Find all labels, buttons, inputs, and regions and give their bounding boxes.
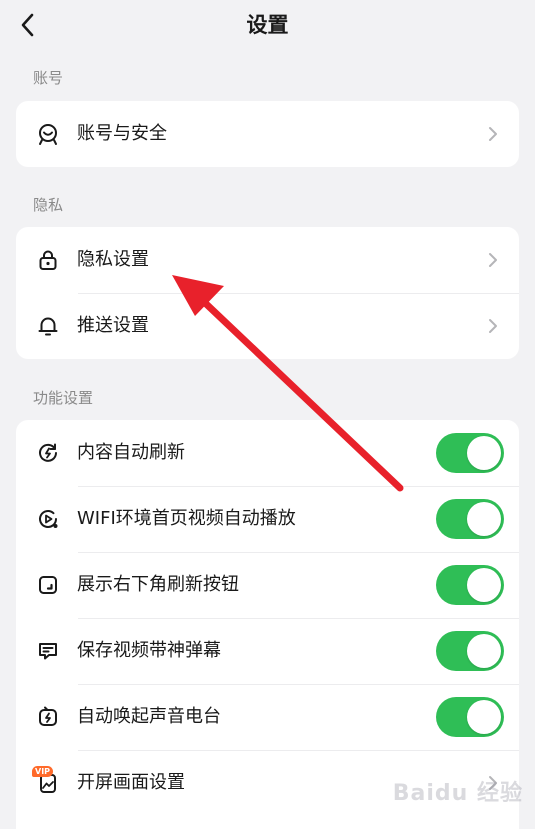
settings-row-voice-radio: 自动唤起声音电台 xyxy=(16,684,519,750)
lock-icon xyxy=(36,248,60,272)
settings-row-push[interactable]: 推送设置 xyxy=(16,293,519,359)
settings-row-privacy[interactable]: 隐私设置 xyxy=(16,227,519,293)
refresh-button-toggle[interactable] xyxy=(436,565,504,605)
chevron-right-icon xyxy=(489,253,497,267)
row-label: 开屏画面设置 xyxy=(77,772,185,793)
row-label: 账号与安全 xyxy=(77,123,167,144)
row-label: 内容自动刷新 xyxy=(77,442,185,463)
section-label-privacy: 隐私 xyxy=(33,196,64,214)
row-label: 隐私设置 xyxy=(77,249,149,270)
baidu-watermark: Baidu 经验 xyxy=(392,781,523,806)
section-label-account: 账号 xyxy=(33,69,64,87)
settings-row-save-danmaku: 保存视频带神弹幕 xyxy=(16,618,519,684)
chevron-right-icon xyxy=(489,319,497,333)
corner-square-icon xyxy=(36,573,60,597)
bell-icon xyxy=(36,314,60,338)
chevron-right-icon xyxy=(489,127,497,141)
settings-row-auto-refresh: 内容自动刷新 xyxy=(16,420,519,486)
row-label: 保存视频带神弹幕 xyxy=(77,640,221,661)
play-circle-icon xyxy=(36,507,60,531)
account-face-icon xyxy=(36,122,60,146)
danmaku-icon xyxy=(36,639,60,663)
row-label: WIFI环境首页视频自动播放 xyxy=(77,508,296,529)
page-title: 设置 xyxy=(246,13,289,37)
row-label: 自动唤起声音电台 xyxy=(77,706,221,727)
features-card: 内容自动刷新 WIFI环境首页视频自动播放 展示右下角刷新按钮 保存视频带神弹幕… xyxy=(16,420,519,829)
section-label-features: 功能设置 xyxy=(33,389,94,407)
privacy-card: 隐私设置 推送设置 xyxy=(16,227,519,359)
refresh-circle-icon xyxy=(36,441,60,465)
nav-bar: 设置 xyxy=(0,0,535,50)
settings-row-refresh-button: 展示右下角刷新按钮 xyxy=(16,552,519,618)
toggle-knob xyxy=(467,436,501,470)
settings-row-account-security[interactable]: 账号与安全 xyxy=(16,101,519,167)
vip-badge: VIP xyxy=(32,766,54,777)
toggle-knob xyxy=(467,568,501,602)
account-card: 账号与安全 xyxy=(16,101,519,167)
toggle-knob xyxy=(467,634,501,668)
wifi-autoplay-toggle[interactable] xyxy=(436,499,504,539)
auto-refresh-toggle[interactable] xyxy=(436,433,504,473)
toggle-knob xyxy=(467,700,501,734)
row-label: 展示右下角刷新按钮 xyxy=(77,574,239,595)
settings-row-wifi-autoplay: WIFI环境首页视频自动播放 xyxy=(16,486,519,552)
toggle-knob xyxy=(467,502,501,536)
radio-icon xyxy=(36,705,60,729)
row-label: 推送设置 xyxy=(77,315,149,336)
save-danmaku-toggle[interactable] xyxy=(436,631,504,671)
voice-radio-toggle[interactable] xyxy=(436,697,504,737)
